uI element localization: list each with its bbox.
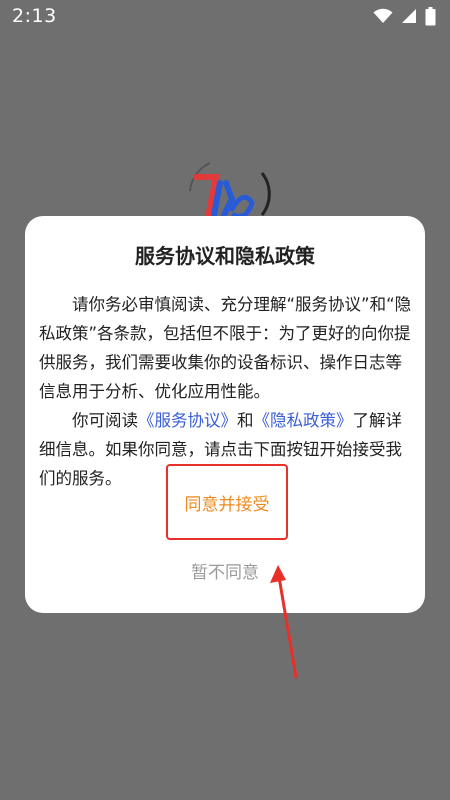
- signal-icon: [401, 8, 417, 24]
- status-bar: 2:13: [0, 0, 450, 32]
- status-time: 2:13: [12, 5, 57, 27]
- paragraph2-and: 和: [237, 411, 254, 430]
- dialog-title: 服务协议和隐私政策: [135, 244, 315, 268]
- accept-button[interactable]: 同意并接受: [166, 464, 288, 540]
- battery-icon: [425, 6, 436, 26]
- accept-button-label: 同意并接受: [184, 494, 270, 515]
- wifi-icon: [373, 8, 393, 24]
- decline-button[interactable]: 暂不同意: [25, 558, 425, 583]
- privacy-dialog: 服务协议和隐私政策 请你务必审慎阅读、充分理解“服务协议”和“隐私政策”各条款，…: [25, 216, 425, 613]
- screen: 2:13 服务协议和隐私政策 请你务必审慎阅读、充分理解“服务协议”和“隐私政策…: [0, 0, 450, 800]
- paragraph2-prefix: 你可阅读: [72, 411, 138, 430]
- agreement-paragraph: 请你务必审慎阅读、充分理解“服务协议”和“隐私政策”各条款，包括但不限于：为了更…: [39, 295, 412, 401]
- privacy-policy-link[interactable]: 《隐私政策》: [254, 411, 353, 430]
- status-icons: [373, 6, 436, 26]
- service-agreement-link[interactable]: 《服务协议》: [138, 411, 237, 430]
- annotation-arrow: [270, 565, 298, 679]
- dialog-body: 请你务必审慎阅读、充分理解“服务协议”和“隐私政策”各条款，包括但不限于：为了更…: [39, 290, 413, 493]
